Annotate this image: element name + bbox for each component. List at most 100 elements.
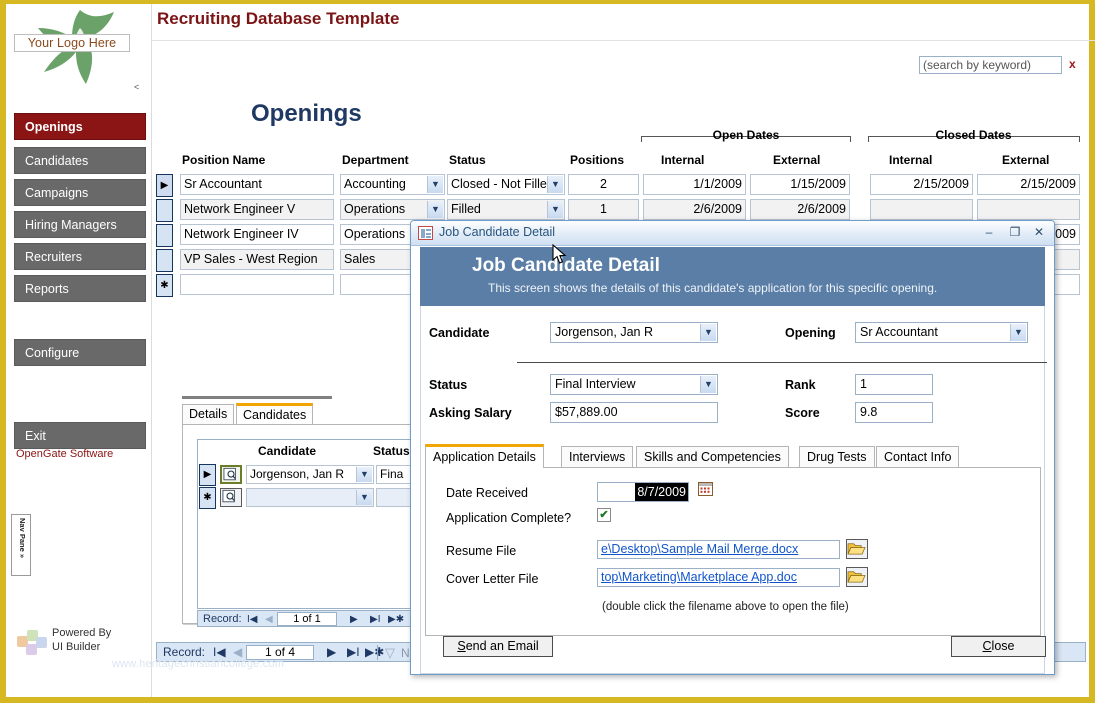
new-row-selector[interactable]: ✱ — [199, 487, 216, 509]
maximize-button[interactable]: ❐ — [1005, 225, 1025, 241]
open-folder-icon[interactable] — [846, 539, 868, 559]
status-select[interactable]: Final Interview ▼ — [550, 374, 718, 395]
close-label-rest: lose — [992, 639, 1015, 653]
nav-pane-toggle[interactable]: Nav Pane » — [11, 514, 31, 576]
cell-open-internal[interactable]: 1/1/2009 — [643, 174, 746, 195]
sidebar-item-campaigns[interactable]: Campaigns — [14, 179, 146, 206]
chevron-down-icon[interactable]: ▼ — [547, 201, 563, 218]
sidebar-item-reports[interactable]: Reports — [14, 275, 146, 302]
tab-contact-info[interactable]: Contact Info — [876, 446, 959, 468]
score-input[interactable]: 9.8 — [855, 402, 933, 423]
cell-closed-internal[interactable]: 2/15/2009 — [870, 174, 973, 195]
first-record-button[interactable]: I◀ — [213, 645, 226, 659]
chevron-down-icon[interactable]: ▼ — [427, 201, 443, 218]
tab-drug-tests[interactable]: Drug Tests — [799, 446, 875, 468]
chevron-down-icon[interactable]: ▼ — [1010, 324, 1026, 341]
sidebar-item-exit[interactable]: Exit — [14, 422, 146, 449]
tab-label: Drug Tests — [807, 450, 867, 464]
subform-panel: Candidate Status ▶ Jorgenson, Jan R ▼ Fi… — [182, 424, 430, 624]
close-window-button[interactable]: ✕ — [1029, 225, 1049, 241]
bracket-tick — [641, 136, 642, 142]
cell-position-name[interactable]: VP Sales - West Region — [180, 249, 334, 270]
next-record-button[interactable]: ▶ — [327, 645, 336, 659]
sidebar-item-recruiters[interactable]: Recruiters — [14, 243, 146, 270]
rank-input[interactable]: 1 — [855, 374, 933, 395]
search-clear-button[interactable]: x — [1069, 57, 1076, 71]
logo-area: Your Logo Here < — [6, 4, 152, 92]
cell-text: Operations — [344, 227, 405, 241]
chevron-left-icon[interactable]: < — [134, 82, 139, 92]
cell-candidate[interactable]: ▼ — [246, 488, 374, 507]
new-row-selector[interactable]: ✱ — [156, 274, 173, 297]
cell-positions[interactable]: 1 — [568, 199, 639, 220]
calendar-icon[interactable] — [698, 482, 713, 496]
filter-icon[interactable]: ▽ — [385, 645, 395, 661]
last-record-button[interactable]: ▶I — [347, 645, 360, 659]
application-complete-checkbox[interactable]: ✔ — [597, 508, 611, 522]
cell-status[interactable]: Filled ▼ — [447, 199, 565, 220]
opening-select[interactable]: Sr Accountant ▼ — [855, 322, 1028, 343]
cell-status[interactable]: Closed - Not Fille ▼ — [447, 174, 565, 195]
tab-interviews[interactable]: Interviews — [561, 446, 633, 468]
sidebar-item-openings[interactable]: Openings — [14, 113, 146, 140]
date-received-input[interactable]: 8/7/2009 — [597, 482, 689, 502]
chevron-down-icon[interactable]: ▼ — [356, 467, 372, 482]
chevron-down-icon[interactable]: ▼ — [700, 376, 716, 393]
cell-department[interactable]: Operations ▼ — [340, 199, 445, 220]
cell-candidate[interactable]: Jorgenson, Jan R ▼ — [246, 465, 374, 484]
close-button[interactable]: Close — [951, 636, 1046, 657]
cell-open-external[interactable]: 1/15/2009 — [750, 174, 850, 195]
open-record-icon[interactable] — [220, 488, 242, 507]
chevron-down-icon[interactable]: ▼ — [700, 324, 716, 341]
open-record-icon[interactable] — [220, 465, 242, 484]
search-input[interactable] — [919, 56, 1062, 74]
sidebar-item-label: Recruiters — [25, 250, 82, 264]
tab-candidates[interactable]: Candidates — [236, 403, 313, 424]
sidebar-item-configure[interactable]: Configure — [14, 339, 146, 366]
cell-position-name[interactable]: Network Engineer IV — [180, 224, 334, 245]
row-selector[interactable] — [156, 199, 173, 222]
cell-positions[interactable]: 2 — [568, 174, 639, 195]
minimize-button[interactable]: – — [979, 225, 999, 241]
next-record-button[interactable]: ▶ — [350, 612, 358, 627]
cell-position-name[interactable]: Network Engineer V — [180, 199, 334, 220]
row-selector[interactable]: ▶ — [199, 464, 216, 486]
new-record-button[interactable]: ▶✱ — [388, 612, 404, 627]
cell-closed-internal[interactable] — [870, 199, 973, 220]
tab-application-details[interactable]: Application Details — [425, 444, 544, 468]
previous-record-button[interactable]: ◀ — [265, 612, 273, 627]
last-record-button[interactable]: ▶I — [370, 612, 380, 627]
row-selector[interactable] — [156, 249, 173, 272]
cell-position-name[interactable]: Sr Accountant — [180, 174, 334, 195]
sidebar-item-hiring-managers[interactable]: Hiring Managers — [14, 211, 146, 238]
row-selector[interactable] — [156, 224, 173, 247]
record-position[interactable]: 1 of 1 — [277, 612, 337, 626]
cover-letter-link[interactable]: top\Marketing\Marketplace App.doc — [597, 568, 840, 587]
cell-text: Filled — [451, 202, 481, 216]
asking-salary-input[interactable]: $57,889.00 — [550, 402, 718, 423]
cell-closed-external[interactable] — [977, 199, 1080, 220]
first-record-button[interactable]: I◀ — [247, 612, 257, 627]
new-record-button[interactable]: ▶✱ — [365, 645, 384, 659]
cell-closed-external[interactable]: 2/15/2009 — [977, 174, 1080, 195]
dialog-title-bar[interactable]: Job Candidate Detail – ❐ ✕ — [411, 221, 1054, 246]
chevron-down-icon[interactable]: ▼ — [356, 490, 372, 505]
tab-details[interactable]: Details — [182, 404, 234, 424]
tab-label: Interviews — [569, 450, 625, 464]
cell-department[interactable]: Accounting ▼ — [340, 174, 445, 195]
cell-open-external[interactable]: 2/6/2009 — [750, 199, 850, 220]
resume-file-link[interactable]: e\Desktop\Sample Mail Merge.docx — [597, 540, 840, 559]
sidebar-item-candidates[interactable]: Candidates — [14, 147, 146, 174]
dialog-banner-subtitle: This screen shows the details of this ca… — [488, 281, 937, 295]
col-header-closed-external: External — [1002, 153, 1049, 167]
cell-position-name[interactable] — [180, 274, 334, 295]
tab-skills-and-competencies[interactable]: Skills and Competencies — [636, 446, 789, 468]
row-selector[interactable]: ▶ — [156, 174, 173, 197]
chevron-down-icon[interactable]: ▼ — [427, 176, 443, 193]
cell-open-internal[interactable]: 2/6/2009 — [643, 199, 746, 220]
open-folder-icon[interactable] — [846, 567, 868, 587]
previous-record-button[interactable]: ◀ — [233, 645, 242, 659]
chevron-down-icon[interactable]: ▼ — [547, 176, 563, 193]
candidate-select[interactable]: Jorgenson, Jan R ▼ — [550, 322, 718, 343]
send-email-button[interactable]: Send an Email — [443, 636, 553, 657]
